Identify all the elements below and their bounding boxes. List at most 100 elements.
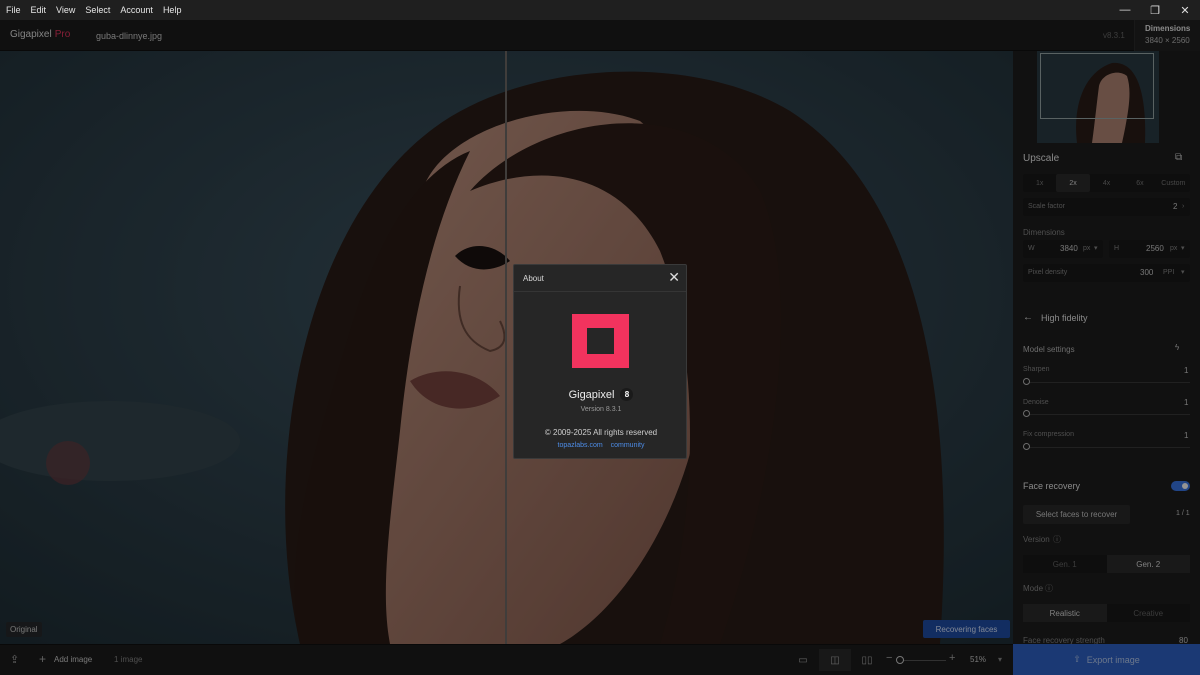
about-title: About [523, 274, 544, 283]
select-faces-button[interactable]: Select faces to recover [1023, 505, 1130, 524]
zoom-level[interactable]: 51% [970, 655, 986, 664]
app-name: Gigapixel Pro [10, 29, 70, 40]
mode-selector: Realistic Creative [1023, 604, 1190, 622]
width-unit: px [1083, 245, 1091, 252]
export-label: Export image [1086, 654, 1140, 665]
bottom-toolbar: ⇪ + Add image 1 image ▭ ◫ ▯▯ − + 51% ▾ [0, 644, 1013, 675]
upload-icon[interactable]: ⇪ [10, 653, 19, 666]
menu-help[interactable]: Help [159, 5, 186, 15]
model-name[interactable]: High fidelity [1041, 313, 1088, 323]
scale-selector: 1x 2x 4x 6x Custom [1023, 174, 1190, 192]
lightning-icon[interactable]: ϟ [1175, 343, 1179, 352]
about-dialog: About ✕ Gigapixel 8 Version 8.3.1 © 2009-… [513, 264, 687, 459]
back-arrow-icon[interactable]: ← [1023, 312, 1033, 323]
chevron-down-icon: ▾ [1181, 269, 1185, 276]
pixel-density-unit: PPI [1163, 269, 1175, 276]
zoom-in-icon[interactable]: + [949, 652, 955, 664]
crop-icon[interactable]: ⧉ [1175, 152, 1182, 163]
face-recovery-toggle[interactable] [1171, 481, 1190, 491]
dimensions-info: Dimensions 3840 × 2560 [1134, 20, 1200, 51]
strength-label: Face recovery strength [1023, 636, 1105, 644]
scale-4x[interactable]: 4x [1090, 174, 1123, 192]
creative-option[interactable]: Creative [1107, 604, 1191, 622]
menu-edit[interactable]: Edit [27, 5, 51, 15]
recovering-status: Recovering faces [923, 620, 1010, 638]
close-icon[interactable]: ✕ [1170, 0, 1200, 20]
menu-view[interactable]: View [52, 5, 79, 15]
fix-compression-label: Fix compression [1023, 431, 1074, 438]
about-dialog-header: About ✕ [514, 265, 686, 292]
scale-factor-value: 2 [1173, 202, 1178, 211]
gigapixel-logo [572, 314, 629, 368]
product-name-text: Gigapixel [568, 389, 615, 401]
single-view-icon[interactable]: ▭ [787, 649, 819, 671]
product-name: Gigapixel 8 [514, 388, 688, 401]
fix-compression-value: 1 [1184, 431, 1189, 440]
sharpen-label: Sharpen [1023, 366, 1050, 373]
chevron-down-icon: ▾ [1181, 245, 1185, 252]
pixel-density-label: Pixel density [1028, 269, 1068, 276]
title-bar: Gigapixel Pro guba-dlinnye.jpg v8.3.1 [0, 20, 1200, 51]
product-version: Version 8.3.1 [580, 406, 622, 413]
minimize-icon[interactable]: — [1110, 0, 1140, 20]
strength-value: 80 [1179, 636, 1188, 644]
version-label: Version [1023, 535, 1050, 544]
denoise-slider[interactable] [1023, 414, 1190, 415]
pixel-density-value: 300 [1140, 268, 1154, 277]
fix-compression-slider-knob[interactable] [1023, 443, 1030, 450]
gen1-option[interactable]: Gen. 1 [1023, 555, 1107, 573]
edition-label: Pro [54, 29, 71, 40]
mode-label: Mode [1023, 584, 1044, 593]
fix-compression-slider[interactable] [1023, 447, 1190, 448]
community-link[interactable]: community [611, 442, 645, 449]
denoise-slider-knob[interactable] [1023, 410, 1030, 417]
face-count: 1 / 1 [1176, 510, 1190, 517]
menu-file[interactable]: File [2, 5, 25, 15]
gen2-option[interactable]: Gen. 2 [1106, 555, 1190, 573]
sharpen-slider-knob[interactable] [1023, 378, 1030, 385]
sharpen-slider[interactable] [1023, 382, 1190, 383]
dimensions-label: Dimensions [1023, 228, 1065, 237]
comparison-split-handle[interactable] [505, 51, 507, 644]
version-label: v8.3.1 [1103, 31, 1125, 40]
chevron-right-icon: › [1182, 203, 1185, 210]
app-name-text: Gigapixel [10, 29, 52, 40]
scale-1x[interactable]: 1x [1023, 174, 1056, 192]
file-tab[interactable]: guba-dlinnye.jpg [96, 31, 162, 41]
menu-bar: File Edit View Select Account Help [0, 0, 1200, 20]
chevron-down-icon: ▾ [1094, 245, 1098, 252]
dimensions-title: Dimensions [1145, 24, 1191, 33]
realistic-option[interactable]: Realistic [1023, 604, 1107, 622]
close-icon[interactable]: ✕ [668, 270, 680, 284]
viewport-frame[interactable] [1040, 53, 1154, 119]
sharpen-value: 1 [1184, 366, 1189, 375]
version-badge: 8 [620, 388, 634, 401]
scale-2x[interactable]: 2x [1056, 174, 1090, 192]
menu-account[interactable]: Account [116, 5, 157, 15]
image-count: 1 image [114, 655, 143, 664]
height-label: H [1114, 245, 1120, 252]
add-image-button[interactable]: Add image [54, 655, 92, 664]
info-icon[interactable]: ⓘ [1053, 534, 1061, 545]
menu-select[interactable]: Select [81, 5, 114, 15]
zoom-out-icon[interactable]: − [886, 652, 892, 664]
topazlabs-link[interactable]: topazlabs.com [558, 442, 603, 449]
side-by-side-icon[interactable]: ▯▯ [851, 649, 883, 671]
plus-icon[interactable]: + [39, 652, 46, 666]
scale-6x[interactable]: 6x [1123, 174, 1156, 192]
restore-icon[interactable]: ❐ [1140, 0, 1170, 20]
version-selector: Gen. 1 Gen. 2 [1023, 555, 1190, 573]
copyright-text: © 2009-2025 All rights reserved [544, 428, 658, 437]
split-view-icon[interactable]: ◫ [819, 649, 851, 671]
scale-custom[interactable]: Custom [1157, 174, 1190, 192]
height-unit: px [1170, 245, 1178, 252]
zoom-slider-knob[interactable] [896, 656, 904, 664]
upscale-title: Upscale [1023, 153, 1060, 164]
export-image-button[interactable]: ⇧ Export image [1013, 644, 1200, 675]
info-icon[interactable]: ⓘ [1045, 583, 1053, 594]
denoise-value: 1 [1184, 398, 1189, 407]
width-label: W [1028, 245, 1035, 252]
about-links: topazlabs.com community [514, 442, 688, 449]
scale-factor-label: Scale factor [1028, 203, 1065, 210]
chevron-down-icon[interactable]: ▾ [998, 655, 1002, 664]
